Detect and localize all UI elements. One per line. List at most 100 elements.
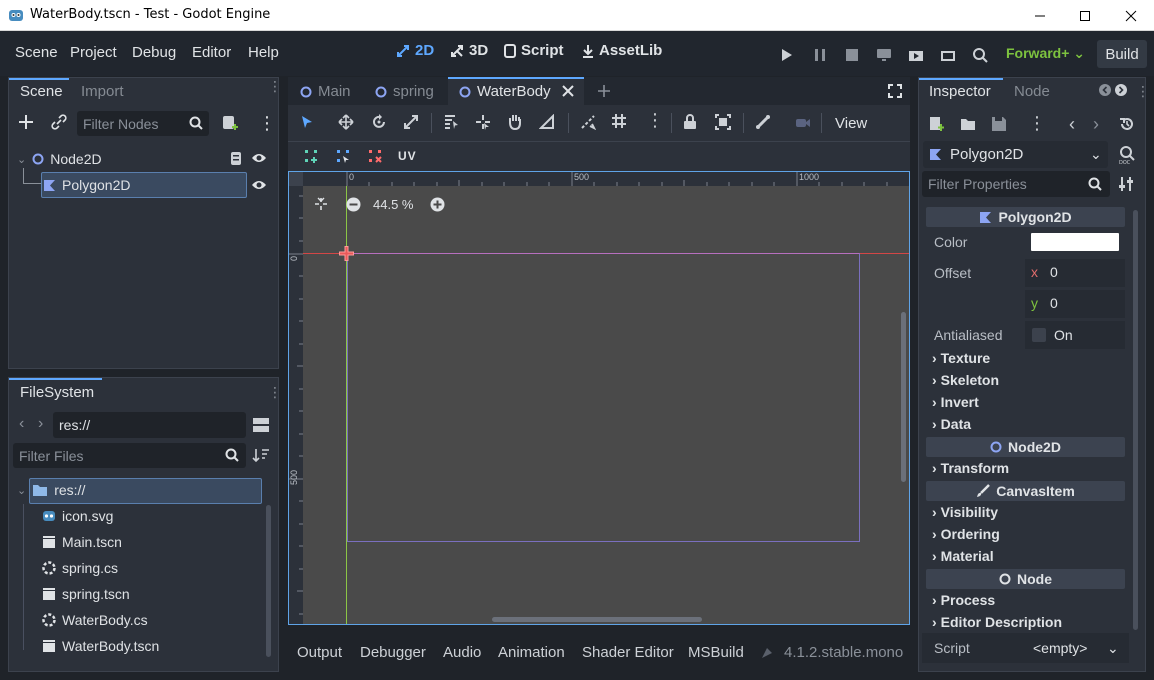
workspace-3d-button[interactable]: 3D: [449, 42, 488, 59]
history-back-icon[interactable]: ‹: [1069, 114, 1075, 135]
menu-help[interactable]: Help: [248, 44, 279, 61]
save-icon[interactable]: [991, 116, 1007, 132]
path-input[interactable]: res://: [53, 412, 246, 438]
rotate-mode-icon[interactable]: [371, 114, 387, 130]
origin-crosshair-icon[interactable]: [338, 245, 355, 262]
workspace-script-button[interactable]: Script: [503, 42, 564, 59]
scene-menu-icon[interactable]: ⋮: [258, 113, 276, 134]
group-skeleton[interactable]: › Skeleton: [932, 372, 999, 388]
bottom-tab-animation[interactable]: Animation: [498, 644, 565, 661]
dock-menu-icon[interactable]: ⋮: [268, 79, 282, 93]
chevron-down-icon[interactable]: ⌄: [17, 484, 26, 497]
new-resource-icon[interactable]: [929, 116, 945, 132]
workspace-assetlib-button[interactable]: AssetLib: [581, 42, 662, 59]
file-row[interactable]: WaterBody.tscn: [42, 638, 159, 654]
horizontal-scrollbar[interactable]: [492, 617, 702, 622]
history-forward-icon[interactable]: ›: [1093, 114, 1099, 135]
group-material[interactable]: › Material: [932, 548, 994, 564]
visibility-eye-icon[interactable]: [251, 179, 267, 191]
visibility-eye-icon[interactable]: [251, 152, 267, 164]
group-visibility[interactable]: › Visibility: [932, 504, 998, 520]
filter-properties-input[interactable]: Filter Properties: [922, 171, 1110, 197]
move-mode-icon[interactable]: [338, 114, 354, 130]
group-data[interactable]: › Data: [932, 416, 971, 432]
ruler-icon[interactable]: [539, 114, 555, 130]
select-mode-icon[interactable]: [300, 115, 314, 129]
script-icon[interactable]: [229, 151, 243, 167]
dock-menu-icon[interactable]: ⋮: [268, 384, 282, 401]
build-button[interactable]: Build: [1097, 40, 1147, 68]
close-icon[interactable]: [562, 85, 574, 97]
distraction-free-icon[interactable]: [888, 84, 902, 98]
renderer-select[interactable]: Forward+ ⌄: [1006, 45, 1085, 62]
scrollbar[interactable]: [266, 505, 271, 657]
menu-debug[interactable]: Debug: [132, 44, 176, 61]
file-row[interactable]: spring.cs: [42, 560, 118, 576]
group-ordering[interactable]: › Ordering: [932, 526, 1000, 542]
antialiased-checkbox[interactable]: On: [1025, 321, 1125, 349]
snap-options-icon[interactable]: ⋮: [646, 110, 664, 131]
bottom-tab-debugger[interactable]: Debugger: [360, 644, 426, 661]
back-arrow-icon[interactable]: ‹: [19, 415, 24, 433]
scale-mode-icon[interactable]: [403, 114, 419, 130]
doc-help-icon[interactable]: DOC: [1118, 145, 1136, 165]
sort-icon[interactable]: [252, 447, 270, 463]
play-scene-button[interactable]: [903, 42, 929, 68]
movie-maker-button[interactable]: [967, 42, 993, 68]
grid-snap-icon[interactable]: [611, 113, 627, 129]
bottom-tab-msbuild[interactable]: MSBuild: [688, 644, 744, 661]
viewport-canvas[interactable]: 0 500 1000 0 500 44.5 %: [288, 171, 910, 625]
play-button[interactable]: [774, 42, 800, 68]
forward-arrow-icon[interactable]: ›: [38, 415, 43, 433]
scene-tab-spring[interactable]: spring: [375, 83, 434, 100]
minimize-button[interactable]: [1017, 0, 1063, 31]
bottom-tab-shader-editor[interactable]: Shader Editor: [582, 644, 674, 661]
pause-button[interactable]: [807, 42, 833, 68]
offset-x-field[interactable]: x 0: [1025, 259, 1125, 287]
dock-left-arrow-icon[interactable]: [1099, 84, 1111, 96]
menu-editor[interactable]: Editor: [192, 44, 231, 61]
list-select-icon[interactable]: [443, 114, 459, 130]
scene-tab-main[interactable]: Main: [300, 83, 351, 100]
group-editor-description[interactable]: › Editor Description: [932, 614, 1062, 630]
play-custom-scene-button[interactable]: [935, 42, 961, 68]
inspector-scrollbar[interactable]: [1133, 210, 1138, 630]
tree-item-node2d[interactable]: ⌄ Node2D: [17, 150, 102, 168]
bottom-tab-output[interactable]: Output: [297, 644, 342, 661]
color-picker-button[interactable]: [1031, 233, 1119, 251]
menu-project[interactable]: Project: [70, 44, 117, 61]
zoom-in-icon[interactable]: [430, 197, 445, 212]
tab-node[interactable]: Node: [1014, 83, 1050, 100]
zoom-out-icon[interactable]: [346, 197, 361, 212]
filter-options-icon[interactable]: [1119, 176, 1133, 192]
uv-editor-button[interactable]: UV: [398, 149, 417, 163]
zoom-level[interactable]: 44.5 %: [373, 197, 413, 212]
split-view-icon[interactable]: [252, 417, 270, 433]
group-invert[interactable]: › Invert: [932, 394, 979, 410]
dock-right-arrow-icon[interactable]: [1115, 84, 1127, 96]
group-texture[interactable]: › Texture: [932, 350, 990, 366]
history-icon[interactable]: [1119, 116, 1135, 132]
chevron-down-icon[interactable]: ⌄: [17, 153, 26, 166]
view-menu[interactable]: View: [835, 115, 867, 132]
tab-import[interactable]: Import: [81, 83, 124, 100]
create-points-icon[interactable]: [303, 148, 319, 164]
group-icon[interactable]: [715, 114, 731, 130]
pan-hand-icon[interactable]: [507, 113, 523, 130]
offset-y-field[interactable]: y 0: [1025, 290, 1125, 318]
center-view-icon[interactable]: [314, 197, 328, 211]
group-transform[interactable]: › Transform: [932, 460, 1009, 476]
file-row[interactable]: WaterBody.cs: [42, 612, 148, 628]
lock-icon[interactable]: [683, 114, 697, 130]
file-row[interactable]: spring.tscn: [42, 586, 130, 602]
stop-button[interactable]: [839, 42, 865, 68]
remote-debug-button[interactable]: [871, 42, 897, 68]
delete-points-icon[interactable]: [367, 148, 383, 164]
smart-snap-icon[interactable]: [580, 114, 596, 130]
pivot-icon[interactable]: [475, 114, 491, 130]
bone-icon[interactable]: [755, 114, 771, 130]
load-folder-icon[interactable]: [960, 117, 976, 131]
file-row[interactable]: icon.svg: [42, 508, 113, 524]
workspace-2d-button[interactable]: 2D: [395, 42, 434, 59]
maximize-button[interactable]: [1062, 0, 1108, 31]
